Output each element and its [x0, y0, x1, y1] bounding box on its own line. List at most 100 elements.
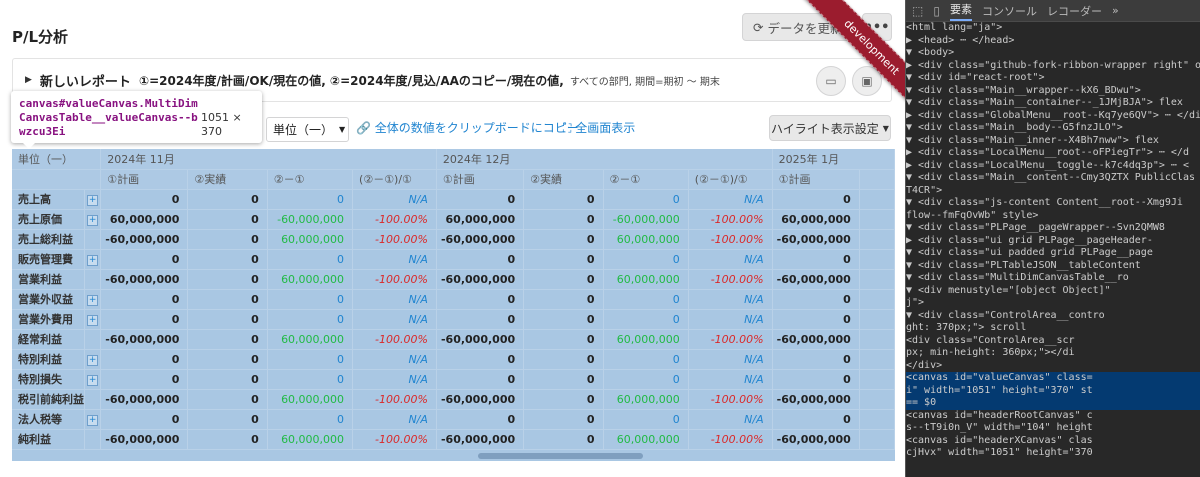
device-toolbar-icon[interactable]: ▯	[933, 4, 940, 18]
value-cell: N/A	[688, 409, 773, 430]
expand-cell[interactable]: +	[84, 209, 102, 230]
expand-triangle-icon[interactable]: ▶	[25, 75, 32, 85]
more-tabs-icon[interactable]: »	[1112, 4, 1119, 17]
dom-node-line[interactable]: ▼ <div class="Main__wrapper--kX6_BDwu">	[906, 85, 1200, 98]
dom-node-selected[interactable]: i" width="1051" height="370" st	[906, 384, 1200, 397]
value-cell: 0	[523, 229, 604, 250]
expand-cell[interactable]: +	[84, 369, 102, 390]
expand-row-icon[interactable]: +	[87, 375, 99, 386]
fullscreen-link[interactable]: ⛶ 全画面表示	[563, 119, 635, 136]
dom-node-line[interactable]: ▶ <div class="LocalMenu__root--oFPiegTr"…	[906, 147, 1200, 160]
expand-row-icon[interactable]: +	[87, 195, 99, 206]
folder-icon: ▭	[825, 74, 837, 88]
value-cell-partial	[859, 429, 895, 450]
expand-row-icon[interactable]: +	[87, 255, 99, 266]
dom-node-line[interactable]: ▶ <div class="GlobalMenu__root--Kq7ye6QV…	[906, 110, 1200, 123]
dom-node-line[interactable]: ▶ <head> ⋯ </head>	[906, 35, 1200, 48]
tab-console[interactable]: コンソール	[982, 3, 1037, 19]
dom-node-line[interactable]: j">	[906, 297, 1200, 310]
dom-node-selected[interactable]: <canvas id="valueCanvas" class=	[906, 372, 1200, 385]
expand-cell[interactable]: +	[84, 189, 102, 210]
value-cell: 0	[436, 309, 525, 330]
table-row: 法人税等 +0 0 0 N/A 0 0 0 N/A 0	[12, 409, 895, 430]
dom-node-line[interactable]: ▼ <div class="ui padded grid PLPage__pag…	[906, 247, 1200, 260]
chevron-down-icon: ▼	[339, 125, 346, 134]
dom-node-line[interactable]: ▼ <div class="js-content Content__root--…	[906, 197, 1200, 210]
dom-node-line[interactable]: px; min-height: 360px;"></di	[906, 347, 1200, 360]
dom-node-line[interactable]: ▼ <div class="MultiDimCanvasTable__ro	[906, 272, 1200, 285]
dom-node-line[interactable]: ▼ <div class="Main__body--G5fnzJLO">	[906, 122, 1200, 135]
dom-node-line[interactable]: <div class="ControlArea__scr	[906, 335, 1200, 348]
dom-node-line[interactable]: T4CR">	[906, 185, 1200, 198]
tab-elements[interactable]: 要素	[949, 1, 972, 21]
value-cell: -60,000,000	[772, 389, 860, 410]
value-cell: N/A	[352, 189, 437, 210]
dom-node-line[interactable]: cjHvx" width="1051" height="370	[906, 447, 1200, 460]
expand-row-icon[interactable]: +	[87, 415, 99, 426]
value-cell: 0	[100, 409, 189, 430]
value-cell-partial	[859, 389, 895, 410]
value-cell: 0	[267, 189, 354, 210]
inspect-element-icon[interactable]: ⬚	[912, 4, 923, 18]
dom-node-line[interactable]: ▶ <div class="LocalMenu__toggle--k7c4dq3…	[906, 160, 1200, 173]
refresh-data-button[interactable]: ⟳ データを更新	[742, 13, 855, 41]
more-options-button[interactable]: •••	[862, 13, 892, 41]
subcolumn-header: ②－①	[267, 169, 354, 190]
dom-node-line[interactable]: ▼ <body>	[906, 47, 1200, 60]
dom-node-line[interactable]: ▼ <div class="Main__content--Cmy3QZTX Pu…	[906, 172, 1200, 185]
dom-node-line[interactable]: ▼ <div menustyle="[object Object]"	[906, 285, 1200, 298]
expand-cell[interactable]: +	[84, 289, 102, 310]
dom-node-line[interactable]: s--tT9i0n_V" width="104" height	[906, 422, 1200, 435]
dom-node-line[interactable]: ▶ <div class="ui grid PLPage__pageHeader…	[906, 235, 1200, 248]
value-cell: N/A	[688, 309, 773, 330]
value-cell: 0	[187, 329, 268, 350]
dom-node-line[interactable]: flow--fmFqOvWb" style>	[906, 210, 1200, 223]
expand-row-icon[interactable]: +	[87, 315, 99, 326]
expand-cell[interactable]: +	[84, 349, 102, 370]
subcolumn-header: ②実績	[187, 169, 268, 190]
dom-node-line[interactable]: <html lang="ja">	[906, 22, 1200, 35]
copy-all-link[interactable]: 🔗 全体の数値をクリップボードにコピー	[356, 119, 579, 136]
expand-cell[interactable]: +	[84, 309, 102, 330]
value-cell: -60,000,000	[436, 389, 525, 410]
highlight-settings-button[interactable]: ハイライト表示設定 ▼	[769, 115, 891, 141]
value-cell: 0	[603, 289, 689, 310]
value-canvas-table[interactable]: 単位（一） 2024年 11月 2024年 12月 2025年 1月 ①計画 ②…	[12, 149, 895, 461]
dom-tree[interactable]: <html lang="ja"> ▶ <head> ⋯ </head> ▼ <b…	[906, 22, 1200, 460]
value-cell: 0	[603, 189, 689, 210]
table-row: 特別損失 +0 0 0 N/A 0 0 0 N/A 0	[12, 369, 895, 390]
dom-node-line[interactable]: ght: 370px;"> scroll	[906, 322, 1200, 335]
expand-row-icon[interactable]: +	[87, 215, 99, 226]
dom-node-line[interactable]: <canvas id="headerXCanvas" clas	[906, 435, 1200, 448]
value-cell: 0	[772, 369, 860, 390]
value-cell: -100.00%	[688, 269, 773, 290]
dom-node-line[interactable]: ▼ <div id="react-root">	[906, 72, 1200, 85]
dom-node-line[interactable]: </div>	[906, 360, 1200, 373]
expand-cell[interactable]: +	[84, 249, 102, 270]
value-cell: 0	[187, 409, 268, 430]
dom-node-line[interactable]: ▼ <div class="Main__inner--X4Bh7nww"> fl…	[906, 135, 1200, 148]
dom-node-selected[interactable]: == $0	[906, 397, 1200, 410]
expand-row-icon[interactable]: +	[87, 295, 99, 306]
value-cell: 0	[772, 289, 860, 310]
row-label: 売上総利益	[12, 229, 85, 250]
dom-node-line[interactable]: ▼ <div class="Main__container--_1JMjBJA"…	[906, 97, 1200, 110]
open-folder-button[interactable]: ▭	[816, 66, 846, 96]
horizontal-scrollbar[interactable]	[478, 453, 643, 459]
dom-node-line[interactable]: ▼ <div class="ControlArea__contro	[906, 310, 1200, 323]
value-cell: 0	[523, 369, 604, 390]
value-cell-partial	[859, 329, 895, 350]
unit-select[interactable]: 単位（一） ▼	[266, 117, 349, 142]
value-cell: 0	[187, 369, 268, 390]
expand-row-icon[interactable]: +	[87, 355, 99, 366]
refresh-icon: ⟳	[753, 19, 764, 35]
expand-cell[interactable]: +	[84, 409, 102, 430]
dom-node-line[interactable]: ▶ <div class="github-fork-ribbon-wrapper…	[906, 60, 1200, 73]
dom-node-line[interactable]: ▼ <div class="PLPage__pageWrapper--Svn2Q…	[906, 222, 1200, 235]
save-report-button[interactable]: ▣	[852, 66, 882, 96]
tab-recorder[interactable]: レコーダー	[1047, 3, 1102, 19]
page-title: P/L分析	[12, 28, 69, 46]
dom-node-line[interactable]: <canvas id="headerRootCanvas" c	[906, 410, 1200, 423]
table-row: 税引前純利益 -60,000,000 0 60,000,000 -100.00% -60,…	[12, 389, 895, 410]
dom-node-line[interactable]: ▼ <div class="PLTableJSON__tableContent	[906, 260, 1200, 273]
